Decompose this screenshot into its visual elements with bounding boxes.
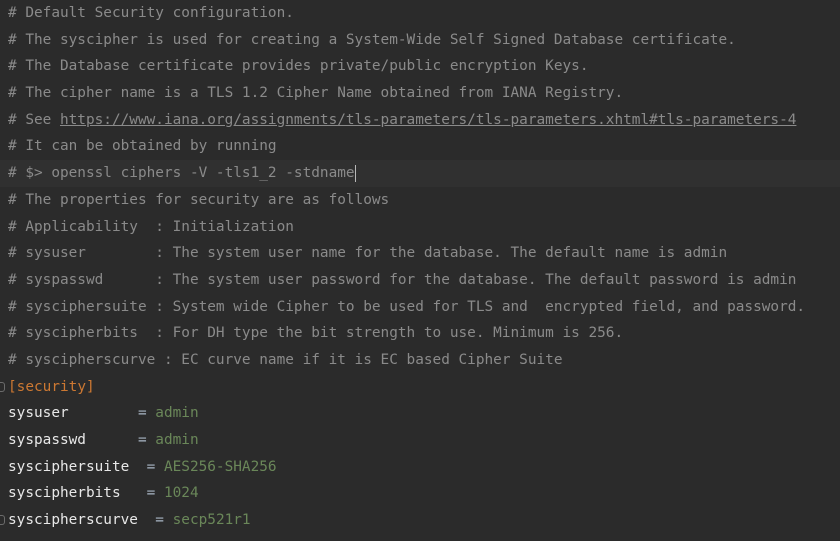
fold-end-marker-icon[interactable] <box>0 515 5 526</box>
section-close-bracket: ] <box>85 378 95 395</box>
config-key: sysuser <box>8 405 138 422</box>
comment-line: # The syscipher is used for creating a S… <box>0 27 840 54</box>
comment-line: # The cipher name is a TLS 1.2 Cipher Na… <box>0 80 840 107</box>
config-entry: syscipherscurve = secp521r1 <box>0 507 840 534</box>
config-entry: syspasswd = admin <box>0 427 840 454</box>
code-editor[interactable]: # Default Security configuration. # The … <box>0 0 840 541</box>
config-key: syspasswd <box>8 432 138 448</box>
equals-sign: = <box>146 485 164 502</box>
config-entry: sysuser = admin <box>0 400 840 427</box>
equals-sign: = <box>137 405 156 422</box>
comment-line: # sysciphersuite : System wide Cipher to… <box>0 294 840 321</box>
equals-sign: = <box>155 512 173 529</box>
config-key: syscipherbits <box>8 485 147 502</box>
comment-line-with-link: # See https://www.iana.org/assignments/t… <box>0 107 840 134</box>
comment-text: # The syscipher is used for creating a S… <box>8 31 736 48</box>
comment-text: # sysciphersuite : System wide Cipher to… <box>8 298 806 315</box>
comment-text: # syspasswd : The system user password f… <box>8 271 797 288</box>
iana-link[interactable]: https://www.iana.org/assignments/tls-par… <box>60 112 796 128</box>
comment-text: # The properties for security are as fol… <box>8 191 390 208</box>
equals-sign: = <box>137 432 156 448</box>
config-value: 1024 <box>163 485 199 502</box>
config-entry: sysciphersuite = AES256-SHA256 <box>0 454 840 481</box>
config-key: sysciphersuite <box>8 458 147 475</box>
comment-line: # The Database certificate provides priv… <box>0 53 840 80</box>
equals-sign: = <box>146 458 164 475</box>
comment-text: # Applicability : Initialization <box>8 218 294 235</box>
comment-text: # Default Security configuration. <box>8 5 294 21</box>
comment-line: # Default Security configuration. <box>0 0 840 27</box>
config-value: secp521r1 <box>172 512 251 529</box>
fold-marker-icon[interactable] <box>0 381 5 392</box>
comment-text: # syscipherbits : For DH type the bit st… <box>8 325 624 342</box>
comment-text: # The Database certificate provides priv… <box>8 58 589 75</box>
comment-line: # Applicability : Initialization <box>0 214 840 241</box>
section-name: security <box>16 378 86 395</box>
current-line[interactable]: # $> openssl ciphers -V -tls1_2 -stdname <box>0 160 840 187</box>
comment-line: # syspasswd : The system user password f… <box>0 267 840 294</box>
comment-line: # sysuser : The system user name for the… <box>0 240 840 267</box>
config-key: syscipherscurve <box>8 512 156 529</box>
comment-text: # syscipherscurve : EC curve name if it … <box>8 351 563 368</box>
section-header-line: [security] <box>0 374 840 401</box>
section-open-bracket: [ <box>8 378 17 395</box>
config-entry: syscipherbits = 1024 <box>0 480 840 507</box>
comment-text: # It can be obtained by running <box>8 138 277 155</box>
comment-line: # syscipherscurve : EC curve name if it … <box>0 347 840 374</box>
comment-text: # See <box>8 111 60 128</box>
config-value: admin <box>155 405 199 422</box>
comment-text: # sysuser : The system user name for the… <box>8 245 728 262</box>
comment-text: # The cipher name is a TLS 1.2 Cipher Na… <box>8 85 624 102</box>
text-caret <box>354 164 357 182</box>
config-value: AES256-SHA256 <box>163 458 277 475</box>
comment-line: # It can be obtained by running <box>0 133 840 160</box>
config-value: admin <box>155 432 199 448</box>
comment-line: # syscipherbits : For DH type the bit st… <box>0 320 840 347</box>
comment-line: # The properties for security are as fol… <box>0 187 840 214</box>
comment-text: # $> openssl ciphers -V -tls1_2 -stdname <box>8 165 355 182</box>
